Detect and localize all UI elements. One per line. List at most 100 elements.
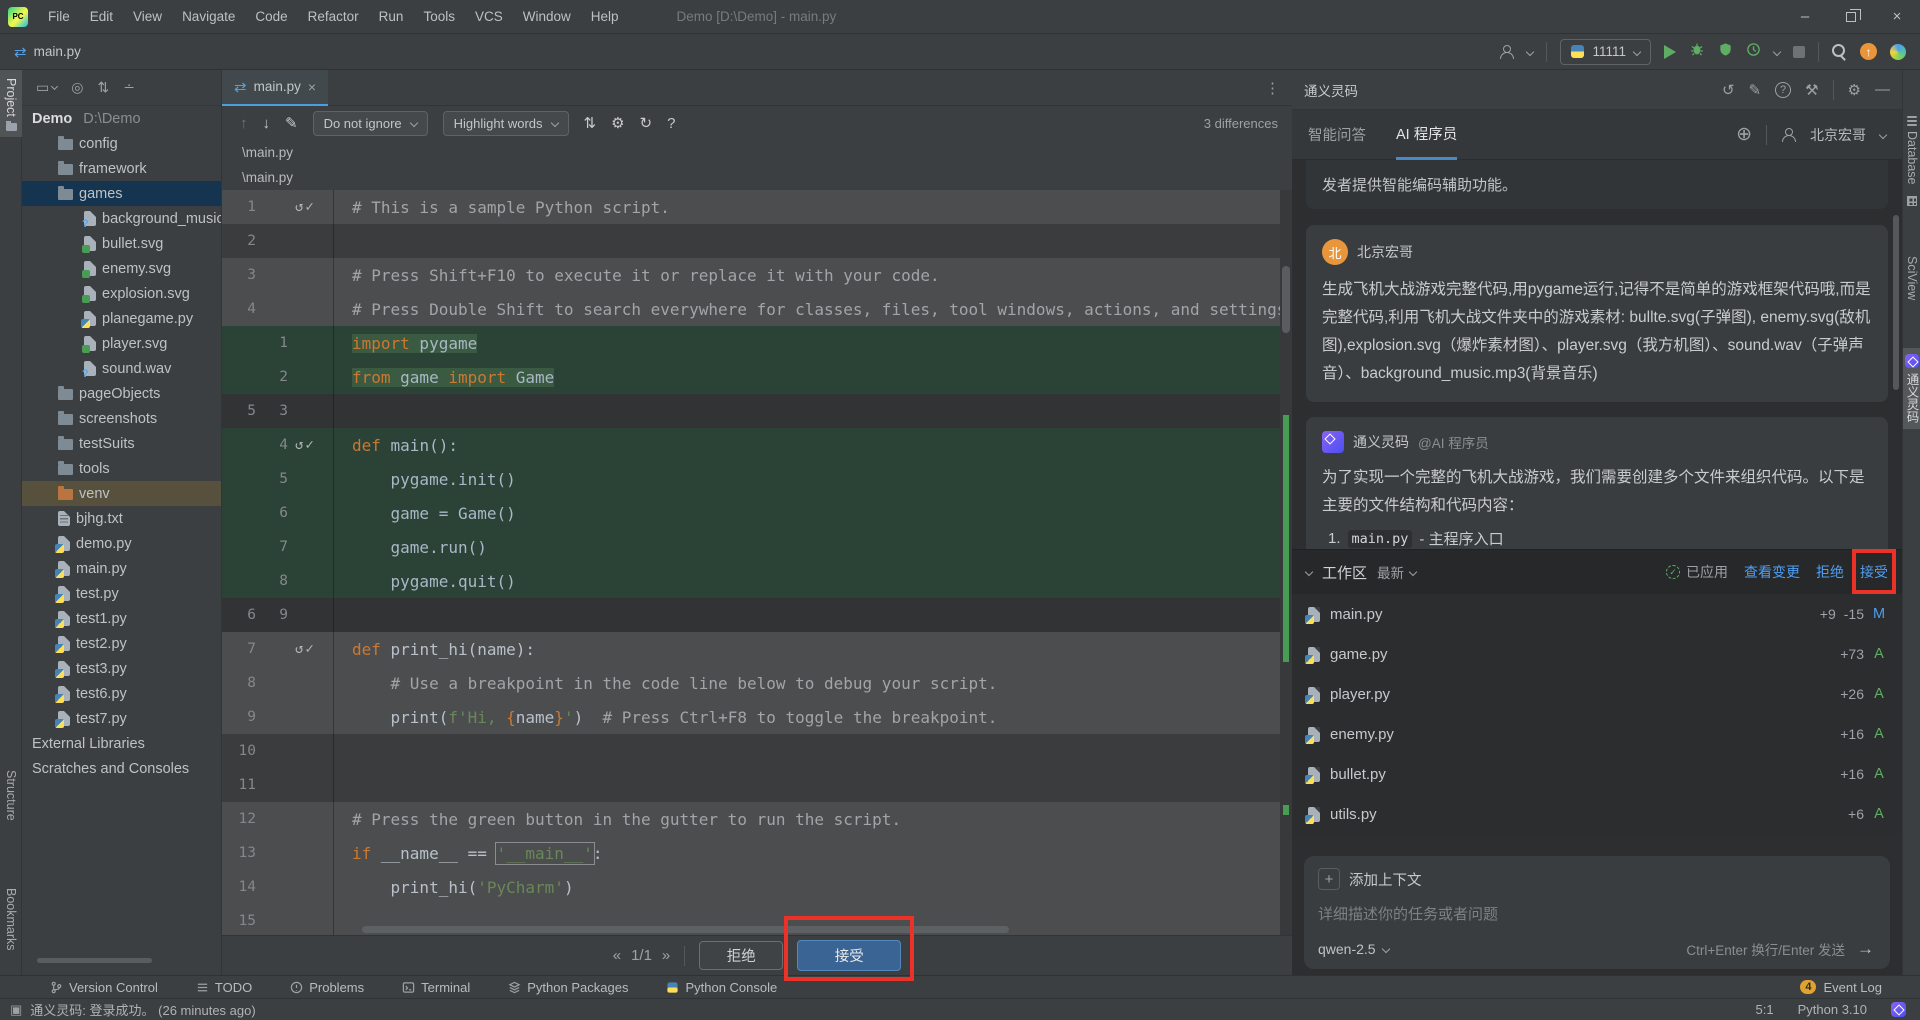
- breadcrumb[interactable]: main.py: [34, 44, 81, 59]
- revert-checkmark-icon[interactable]: ↺✓: [288, 199, 328, 215]
- tree-item[interactable]: testSuits: [22, 431, 221, 456]
- caret-position[interactable]: 5:1: [1756, 1002, 1774, 1017]
- chat-area[interactable]: 发者提供智能编码辅助功能。 北 北京宏哥 生成飞机大战游戏完整代码,用pygam…: [1292, 160, 1902, 549]
- toolwindow-python-console[interactable]: Python Console: [666, 980, 777, 995]
- edit-icon[interactable]: ✎: [285, 114, 298, 132]
- tool-stripe-structure[interactable]: Structure: [4, 770, 18, 821]
- close-icon[interactable]: ×: [308, 79, 316, 95]
- menu-vcs[interactable]: VCS: [465, 9, 513, 24]
- send-icon[interactable]: →: [1857, 939, 1874, 959]
- tool-stripe-lingma[interactable]: 通义灵码: [1903, 348, 1920, 429]
- run-button[interactable]: [1664, 45, 1676, 59]
- input-placeholder[interactable]: 详细描述你的任务或者问题: [1318, 903, 1876, 924]
- menu-view[interactable]: View: [123, 9, 172, 24]
- collapse-unchanged-icon[interactable]: ⇅: [584, 114, 597, 132]
- toolwindow-toggle-icon[interactable]: ▣: [10, 1002, 22, 1018]
- update-icon[interactable]: ↑: [1860, 43, 1877, 60]
- tree-item[interactable]: Scratches and Consoles: [22, 756, 221, 781]
- diff-marker-bar[interactable]: [1280, 190, 1292, 935]
- tab-ai-programmer[interactable]: AI 程序员: [1396, 110, 1457, 160]
- collapse-icon[interactable]: [1305, 568, 1313, 576]
- expand-all-icon[interactable]: ⇅: [97, 79, 109, 96]
- tree-item[interactable]: player.svg: [22, 331, 221, 356]
- menu-window[interactable]: Window: [513, 9, 581, 24]
- workspace-file-row[interactable]: game.py+73A: [1292, 634, 1902, 674]
- tree-item[interactable]: background_music.mp3: [22, 206, 221, 231]
- toolwindow-terminal[interactable]: Terminal: [402, 980, 470, 995]
- tool-stripe-bookmarks[interactable]: Bookmarks: [4, 888, 18, 951]
- toolwindow-python-packages[interactable]: Python Packages: [508, 980, 628, 995]
- tree-item[interactable]: test1.py: [22, 606, 221, 631]
- menu-tools[interactable]: Tools: [413, 9, 465, 24]
- workspace-file-row[interactable]: enemy.py+16A: [1292, 714, 1902, 754]
- restore-button[interactable]: [1828, 0, 1874, 34]
- tree-item[interactable]: planegame.py: [22, 306, 221, 331]
- history-icon[interactable]: ↺: [1722, 81, 1735, 99]
- project-hscrollbar[interactable]: [37, 958, 152, 963]
- toolwindow-version-control[interactable]: Version Control: [50, 980, 158, 995]
- accept-button[interactable]: 接受: [797, 940, 901, 971]
- next-change-icon[interactable]: ↓: [263, 115, 271, 132]
- tree-item[interactable]: test2.py: [22, 631, 221, 656]
- tree-item[interactable]: test6.py: [22, 681, 221, 706]
- more-options-icon[interactable]: ⋮: [1265, 79, 1280, 97]
- toolwindow-todo[interactable]: TODO: [196, 980, 252, 995]
- ignore-policy-select[interactable]: Do not ignore: [313, 111, 428, 136]
- tree-item[interactable]: enemy.svg: [22, 256, 221, 281]
- menu-run[interactable]: Run: [369, 9, 414, 24]
- interpreter[interactable]: Python 3.10: [1798, 1002, 1867, 1017]
- next-diff-button[interactable]: »: [662, 947, 670, 964]
- run-configuration-select[interactable]: 11111: [1560, 39, 1651, 65]
- new-chat-icon[interactable]: ✎: [1749, 81, 1762, 99]
- view-options-icon[interactable]: ▭: [36, 79, 57, 96]
- workspace-file-row[interactable]: player.py+26A: [1292, 674, 1902, 714]
- diff-code[interactable]: 1↺✓# This is a sample Python script.23# …: [222, 190, 1280, 935]
- search-everywhere-icon[interactable]: [1832, 44, 1847, 59]
- tool-stripe-sciview[interactable]: SciView: [1903, 256, 1920, 300]
- debug-button[interactable]: [1689, 41, 1705, 62]
- sync-scroll-icon[interactable]: ↻: [640, 114, 653, 132]
- previous-change-icon[interactable]: ↑: [240, 115, 248, 132]
- minimize-button[interactable]: –: [1782, 0, 1828, 34]
- tab-main-py[interactable]: ⇄ main.py ×: [222, 70, 328, 106]
- chevron-down-icon[interactable]: [1879, 130, 1887, 138]
- view-changes-link[interactable]: 查看变更: [1744, 562, 1800, 582]
- tree-item[interactable]: bjhg.txt: [22, 506, 221, 531]
- workspace-file-row[interactable]: utils.py+6A: [1292, 794, 1902, 834]
- menu-refactor[interactable]: Refactor: [298, 9, 369, 24]
- menu-edit[interactable]: Edit: [80, 9, 123, 24]
- tree-item[interactable]: DemoD:\Demo: [22, 106, 221, 131]
- workspace-file-row[interactable]: main.py+9-15M: [1292, 594, 1902, 634]
- revert-checkmark-icon[interactable]: ↺✓: [288, 641, 328, 657]
- tab-smart-qa[interactable]: 智能问答: [1308, 110, 1366, 160]
- chat-input[interactable]: + 添加上下文 详细描述你的任务或者问题 qwen-2.5 Ctrl+Enter…: [1304, 856, 1890, 969]
- tree-item[interactable]: venv: [22, 481, 221, 506]
- chevron-down-icon[interactable]: [1773, 47, 1781, 55]
- lingma-toolbar-icon[interactable]: [1890, 44, 1906, 60]
- menu-help[interactable]: Help: [581, 9, 629, 24]
- settings-gear-icon[interactable]: ⚙: [1848, 81, 1861, 99]
- menu-file[interactable]: File: [38, 9, 80, 24]
- chat-scrollbar[interactable]: [1893, 215, 1899, 390]
- menu-code[interactable]: Code: [245, 9, 297, 24]
- tree-item[interactable]: main.py: [22, 556, 221, 581]
- event-log-button[interactable]: Event Log: [1823, 980, 1882, 995]
- hide-panel-icon[interactable]: —: [1875, 81, 1890, 98]
- collapse-all-icon[interactable]: ∸: [123, 79, 135, 96]
- tree-item[interactable]: config: [22, 131, 221, 156]
- tree-item[interactable]: framework: [22, 156, 221, 181]
- tool-stripe-grid[interactable]: [1903, 196, 1920, 206]
- tree-item[interactable]: test.py: [22, 581, 221, 606]
- account-name[interactable]: 北京宏哥: [1810, 125, 1866, 145]
- tree-item[interactable]: tools: [22, 456, 221, 481]
- lingma-status-icon[interactable]: [1891, 1002, 1906, 1017]
- tool-stripe-project[interactable]: Project: [0, 70, 22, 137]
- coverage-button[interactable]: [1718, 42, 1733, 62]
- previous-diff-button[interactable]: «: [613, 947, 621, 964]
- workspace-accept-link[interactable]: 接受: [1860, 564, 1888, 580]
- tools-icon[interactable]: ⚒: [1805, 81, 1818, 99]
- close-button[interactable]: ×: [1874, 0, 1920, 34]
- model-select[interactable]: qwen-2.5: [1318, 941, 1389, 957]
- workspace-latest-select[interactable]: 最新: [1377, 562, 1416, 582]
- menu-navigate[interactable]: Navigate: [172, 9, 245, 24]
